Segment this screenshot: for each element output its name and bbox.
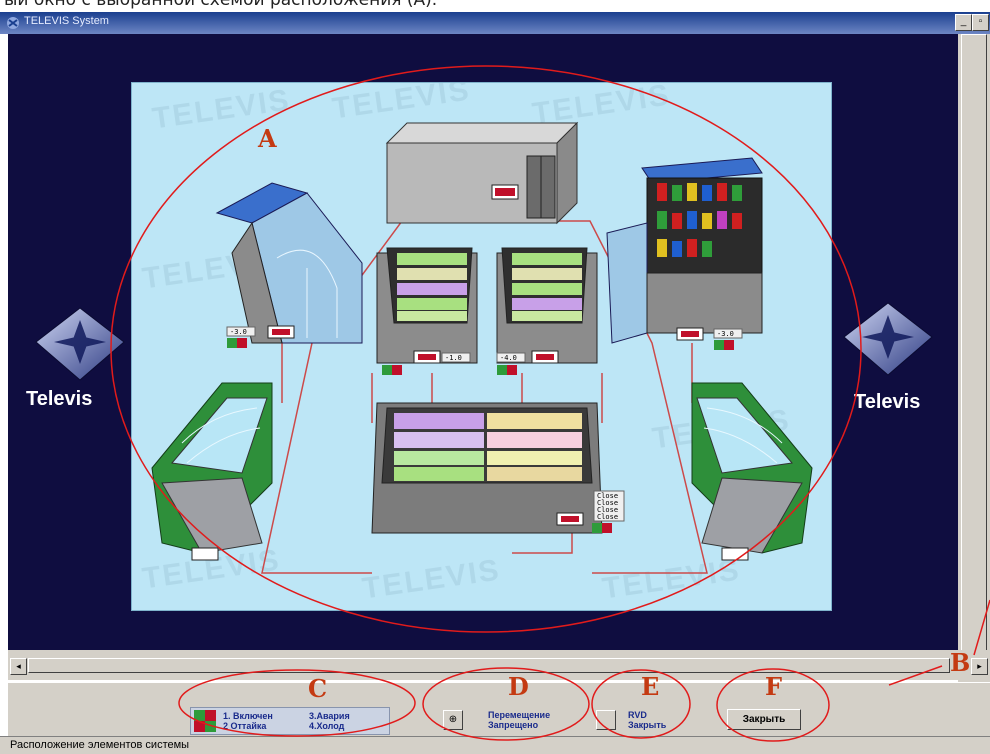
annotation-label-d: D	[508, 672, 529, 701]
legend-status-icon	[194, 710, 216, 732]
island-case-left[interactable]	[151, 382, 273, 554]
app-logo-icon	[7, 17, 19, 29]
vertical-scroll-thumb[interactable]	[961, 34, 987, 656]
move-status-line1: Перемещение	[488, 710, 551, 720]
vertical-scrollbar[interactable]	[958, 34, 990, 682]
gondola-center-left[interactable]	[376, 247, 478, 364]
minimize-button[interactable]: _	[955, 14, 972, 31]
document-caption: ый окно с выбранной схемой расположения …	[0, 0, 990, 12]
readout-left-case: -3.0	[230, 328, 247, 336]
legend-item: 1. Включен	[223, 711, 273, 721]
close-button[interactable]: Закрыть	[727, 709, 801, 730]
annotation-label-f: F	[765, 672, 783, 701]
legend-item: 3.Авария	[309, 711, 350, 721]
readout-right-case: -3.0	[717, 330, 734, 338]
readout-center-left: -1.0	[445, 354, 462, 362]
gondola-center-right[interactable]	[496, 247, 598, 364]
readout-stack-item: Close	[597, 513, 618, 521]
status-text: Расположение элементов системы	[10, 739, 190, 751]
legend-item: 2 Оттайка	[223, 721, 267, 731]
status-legend: 1. Включен 2 Оттайка 3.Авария 4.Холод	[190, 707, 390, 735]
televis-logo-right-icon	[843, 302, 933, 376]
televis-logo-left-icon	[35, 307, 125, 381]
readout-center-right: -4.0	[500, 354, 517, 362]
horizontal-scroll-thumb[interactable]	[28, 658, 950, 673]
title-bar: TELEVIS System _ ▫	[0, 12, 990, 34]
legend-item: 4.Холод	[309, 721, 345, 731]
rvd-close-label: Закрыть	[628, 720, 667, 730]
move-icon: ⊕	[448, 714, 458, 725]
rvd-toggle-button[interactable]	[596, 710, 616, 730]
scroll-left-icon[interactable]: ◂	[10, 658, 27, 675]
status-bar: Расположение элементов системы	[0, 736, 990, 754]
televis-brand-label: Televis	[854, 391, 921, 413]
annotation-label-a: A	[258, 124, 277, 153]
move-status-line2: Запрещено	[488, 720, 539, 730]
move-toggle-button[interactable]: ⊕	[443, 710, 463, 730]
display-case-right-upright[interactable]	[606, 157, 763, 344]
scroll-right-icon[interactable]: ▸	[971, 658, 988, 675]
televis-brand-label: Televis	[26, 388, 93, 410]
horizontal-scrollbar[interactable]: ◂ ▸	[8, 650, 990, 680]
window-title: TELEVIS System	[24, 15, 109, 27]
annotation-label-b: B	[950, 648, 971, 677]
display-case-left-upright[interactable]	[215, 182, 363, 344]
island-case-right[interactable]	[691, 382, 813, 554]
annotation-label-c: C	[308, 674, 328, 703]
layout-canvas: Televis Televis TELEVIS TELEVIS TELEVIS …	[8, 34, 958, 650]
maximize-button[interactable]: ▫	[972, 14, 989, 31]
store-layout-scheme: TELEVIS TELEVIS TELEVIS TELEVIS TELEVIS …	[131, 82, 832, 611]
cold-room[interactable]	[385, 121, 579, 225]
equipment-diagram: -3.0 -1.0 -4.0 -3.0 Close Close Close Cl…	[151, 121, 813, 574]
rvd-label: RVD	[628, 710, 647, 720]
annotation-label-e: E	[641, 672, 660, 701]
